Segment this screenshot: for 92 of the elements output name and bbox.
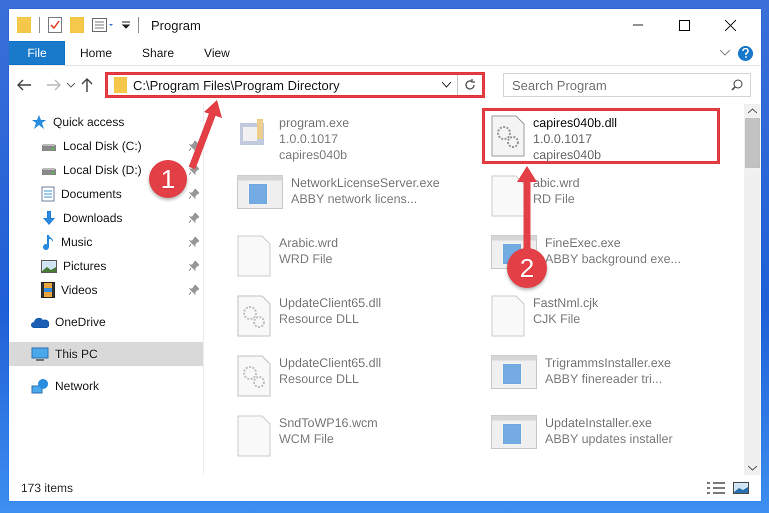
file-details: 1.0.0.1017 bbox=[279, 131, 340, 147]
file-name[interactable]: SndToWP16.wcm bbox=[279, 415, 378, 431]
file-name[interactable]: NetworkLicenseServer.exe bbox=[291, 175, 440, 191]
network-globe-icon bbox=[31, 378, 49, 394]
monitor-icon bbox=[31, 346, 49, 362]
sidebar-item[interactable]: OneDrive bbox=[31, 315, 106, 329]
file-details: Resource DLL bbox=[279, 311, 360, 327]
file-details: ABBY network licens... bbox=[291, 191, 418, 207]
details-view-icon[interactable] bbox=[707, 482, 725, 494]
file-name[interactable]: TrigrammsInstaller.exe bbox=[545, 355, 671, 371]
file-name[interactable]: Arabic.wrd bbox=[279, 235, 338, 251]
window-title: Program bbox=[151, 18, 201, 32]
application-window-icon bbox=[491, 355, 537, 389]
pin-icon[interactable] bbox=[189, 285, 199, 295]
file-details: capires040b bbox=[279, 147, 348, 163]
music-note-icon bbox=[41, 234, 55, 250]
sidebar-item[interactable]: Network bbox=[31, 378, 100, 394]
file-details: RD File bbox=[533, 191, 576, 207]
blank-document-icon bbox=[491, 175, 525, 217]
chevron-down-icon bbox=[720, 50, 730, 56]
file-details: ABBY background exe... bbox=[545, 251, 681, 267]
sidebar-item[interactable]: Local Disk (C:) bbox=[41, 139, 142, 153]
file-name[interactable]: UpdateClient65.dll bbox=[279, 295, 382, 311]
refresh-icon bbox=[464, 79, 476, 91]
chevron-down-icon[interactable] bbox=[67, 82, 75, 88]
file-item[interactable]: capires040b.dll 1.0.0.1017 capires040b bbox=[482, 108, 720, 164]
sidebar-item[interactable]: Local Disk (D:) bbox=[41, 163, 142, 177]
file-details: Resource DLL bbox=[279, 371, 360, 387]
gear-document-icon bbox=[491, 115, 525, 157]
search-field[interactable]: Search Program bbox=[503, 73, 751, 97]
help-icon[interactable] bbox=[738, 46, 753, 60]
pin-icon[interactable] bbox=[189, 261, 199, 271]
document-icon bbox=[41, 186, 55, 202]
scroll-up-icon[interactable] bbox=[748, 108, 757, 114]
cloud-icon bbox=[31, 316, 49, 328]
pin-icon[interactable] bbox=[189, 189, 199, 199]
sidebar-item[interactable]: Videos bbox=[41, 282, 98, 298]
folder-icon bbox=[70, 17, 84, 33]
blank-document-icon bbox=[237, 415, 271, 457]
gear-document-icon bbox=[237, 295, 271, 337]
item-count: 173 items bbox=[21, 481, 74, 495]
file-details: ABBY updates installer bbox=[545, 431, 673, 447]
landscape-picture-icon bbox=[41, 260, 57, 272]
film-strip-icon bbox=[41, 282, 55, 298]
pin-icon[interactable] bbox=[189, 141, 199, 151]
sidebar-item[interactable]: Quick access bbox=[31, 114, 124, 130]
file-details: capires040b bbox=[533, 147, 602, 163]
large-icons-view-icon[interactable] bbox=[733, 482, 749, 494]
pin-icon[interactable] bbox=[189, 165, 199, 175]
file-name[interactable]: abic.wrd bbox=[533, 175, 580, 191]
sidebar-item[interactable]: Downloads bbox=[41, 210, 122, 226]
properties-icon bbox=[92, 18, 114, 32]
file-name[interactable]: UpdateInstaller.exe bbox=[545, 415, 673, 431]
file-details: WRD File bbox=[279, 251, 334, 267]
folder-icon bbox=[17, 17, 31, 33]
file-name[interactable]: FineExec.exe bbox=[545, 235, 681, 251]
file-name: capires040b.dll bbox=[533, 115, 618, 131]
chevron-down-icon[interactable] bbox=[442, 82, 451, 88]
up-arrow-icon[interactable] bbox=[81, 78, 93, 92]
close-icon bbox=[724, 20, 736, 30]
blank-document-icon bbox=[237, 235, 271, 277]
file-details: CJK File bbox=[533, 311, 582, 327]
address-bar[interactable]: C:\Program Files\Program Directory bbox=[105, 72, 485, 98]
download-arrow-icon bbox=[41, 210, 57, 226]
minimize-icon bbox=[633, 24, 643, 26]
application-window-icon bbox=[237, 175, 283, 209]
file-name[interactable]: program.exe bbox=[279, 115, 350, 131]
star-icon bbox=[31, 114, 47, 130]
sidebar-item[interactable]: Documents bbox=[41, 186, 122, 202]
scroll-down-icon[interactable] bbox=[748, 465, 757, 471]
back-arrow-icon[interactable] bbox=[17, 79, 31, 91]
scrollbar[interactable] bbox=[744, 104, 761, 475]
sidebar-item[interactable]: This PC bbox=[9, 342, 203, 366]
sidebar-item[interactable]: Music bbox=[41, 234, 92, 250]
sidebar-item[interactable]: Pictures bbox=[41, 259, 106, 273]
maximize-icon bbox=[678, 20, 690, 30]
scrollbar-thumb[interactable] bbox=[745, 118, 760, 168]
pin-icon[interactable] bbox=[189, 237, 199, 247]
ribbon-tab[interactable]: File bbox=[9, 41, 65, 65]
checklist-icon bbox=[48, 17, 62, 33]
folder-icon bbox=[114, 77, 127, 93]
blank-document-icon bbox=[491, 295, 525, 337]
search-icon bbox=[731, 79, 743, 91]
file-details: 1.0.0.1017 bbox=[533, 131, 594, 147]
pin-icon[interactable] bbox=[189, 213, 199, 223]
gear-document-icon bbox=[237, 355, 271, 397]
file-name[interactable]: UpdateClient65.dll bbox=[279, 355, 382, 371]
file-details: ABBY finereader tri... bbox=[545, 371, 664, 387]
dropdown-caret-icon bbox=[122, 21, 130, 29]
application-window-icon bbox=[491, 415, 537, 449]
file-name[interactable]: FastNml.cjk bbox=[533, 295, 598, 311]
file-details: WCM File bbox=[279, 431, 335, 447]
